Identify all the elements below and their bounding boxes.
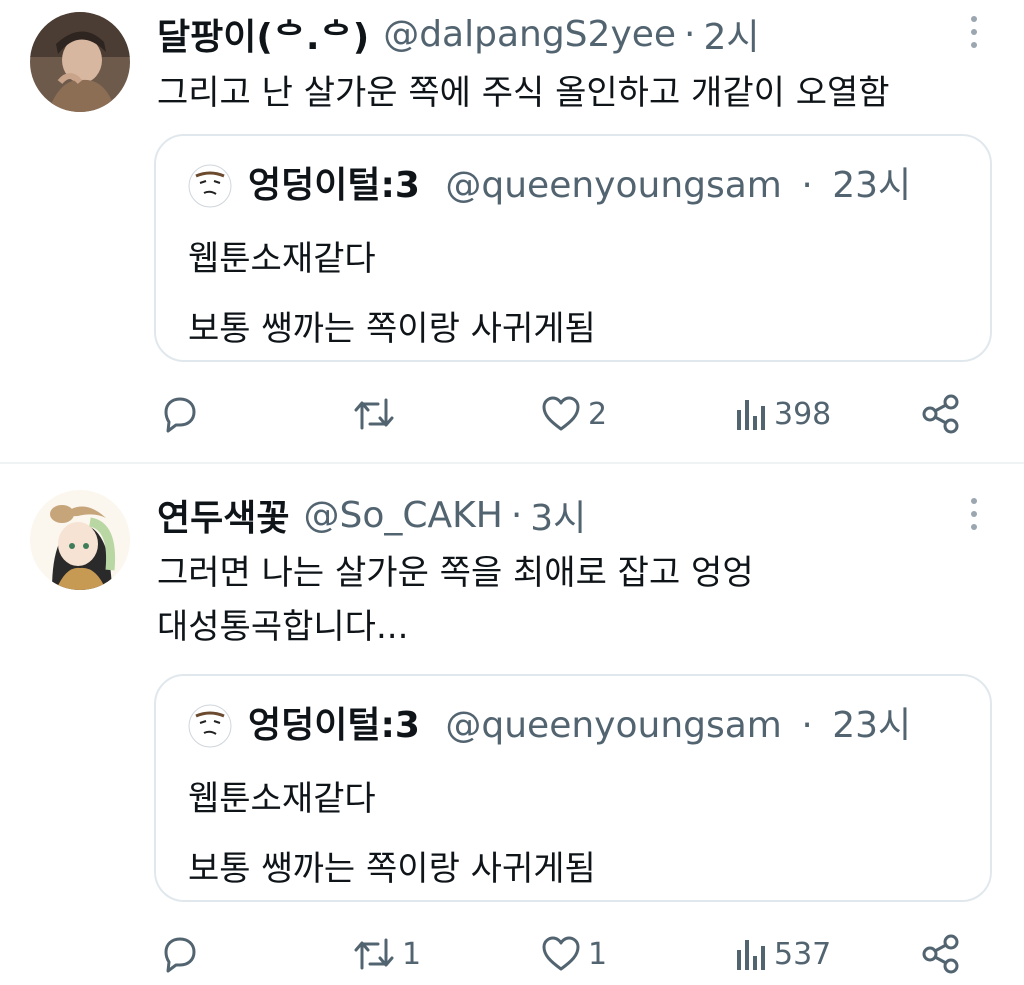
- views-count: 398: [774, 396, 832, 432]
- action-bar: 1 1 537: [0, 924, 1024, 984]
- quoted-timestamp: 23시: [832, 705, 912, 746]
- views-button[interactable]: 537: [734, 924, 831, 984]
- quoted-user-handle: @queenyoungsam: [445, 705, 782, 746]
- more-icon[interactable]: [962, 14, 986, 54]
- like-count: 2: [588, 396, 608, 432]
- views-icon: [737, 940, 765, 970]
- share-button[interactable]: [920, 384, 962, 444]
- like-button[interactable]: 1: [540, 924, 607, 984]
- share-icon: [922, 394, 959, 434]
- quoted-tweet[interactable]: 엉덩이털:3 @queenyoungsam · 23시 웹툰소재같다 보통 쌩까…: [154, 674, 992, 902]
- tweet-text: 그리고 난 살가운 쪽에 주식 올인하고 개같이 오열함: [157, 66, 890, 120]
- separator-dot: ·: [801, 705, 813, 746]
- separator-dot: ·: [510, 494, 523, 536]
- avatar[interactable]: [30, 12, 130, 112]
- more-icon[interactable]: [962, 496, 986, 536]
- quoted-avatar: [188, 704, 232, 748]
- like-icon: [542, 396, 580, 431]
- like-icon: [542, 936, 580, 971]
- retweet-icon: [354, 398, 394, 430]
- retweet-button[interactable]: 1: [352, 924, 421, 984]
- quoted-text-line: 보통 쌩까는 쪽이랑 사귀게됨: [188, 849, 596, 889]
- action-bar: 2 398: [0, 384, 1024, 444]
- quoted-timestamp: 23시: [832, 165, 912, 206]
- timestamp[interactable]: 2시: [704, 8, 760, 60]
- retweet-button[interactable]: [352, 384, 402, 444]
- display-name[interactable]: 달팡이(ᅌ.ᅌ): [157, 8, 369, 60]
- display-name[interactable]: 연두색꽃: [157, 489, 289, 541]
- retweet-icon: [354, 938, 394, 970]
- quoted-avatar: [188, 164, 232, 208]
- tweet-header: 연두색꽃 @So_CAKH · 3시: [157, 489, 586, 541]
- tweet-text-line: 그리고 난 살가운 쪽에 주식 올인하고 개같이 오열함: [157, 73, 890, 113]
- tweet-text: 그러면 나는 살가운 쪽을 최애로 잡고 엉엉 대성통곡합니다...: [157, 546, 754, 654]
- like-count: 1: [588, 936, 608, 972]
- separator-dot: ·: [684, 13, 696, 55]
- quoted-header: 엉덩이털:3 @queenyoungsam · 23시: [248, 702, 911, 750]
- quoted-display-name: 엉덩이털:3: [248, 165, 420, 206]
- quoted-header: 엉덩이털:3 @queenyoungsam · 23시: [248, 162, 911, 210]
- tweet[interactable]: 연두색꽃 @So_CAKH · 3시 그러면 나는 살가운 쪽을 최애로 잡고 …: [0, 464, 1024, 985]
- reply-icon: [164, 397, 196, 433]
- quoted-text-line: 웹툰소재같다: [188, 779, 376, 819]
- quoted-text: 웹툰소재같다 보통 쌩까는 쪽이랑 사귀게됨: [188, 764, 596, 904]
- views-count: 537: [774, 936, 832, 972]
- quoted-text-line: 웹툰소재같다: [188, 239, 376, 279]
- like-button[interactable]: 2: [540, 384, 607, 444]
- tweet-text-line: 그러면 나는 살가운 쪽을 최애로 잡고 엉엉: [157, 553, 754, 593]
- avatar[interactable]: [30, 490, 130, 590]
- views-icon: [737, 400, 765, 430]
- views-button[interactable]: 398: [734, 384, 831, 444]
- user-handle[interactable]: @So_CAKH: [303, 495, 502, 536]
- share-button[interactable]: [920, 924, 962, 984]
- reply-button[interactable]: [160, 924, 206, 984]
- reply-button[interactable]: [160, 384, 206, 444]
- timestamp[interactable]: 3시: [530, 489, 586, 541]
- timeline-feed: 달팡이(ᅌ.ᅌ) @dalpangS2yee · 2시 그리고 난 살가운 쪽에…: [0, 0, 1024, 985]
- quoted-tweet[interactable]: 엉덩이털:3 @queenyoungsam · 23시 웹툰소재같다 보통 쌩까…: [154, 134, 992, 362]
- tweet[interactable]: 달팡이(ᅌ.ᅌ) @dalpangS2yee · 2시 그리고 난 살가운 쪽에…: [0, 0, 1024, 463]
- quoted-display-name: 엉덩이털:3: [248, 705, 420, 746]
- tweet-header: 달팡이(ᅌ.ᅌ) @dalpangS2yee · 2시: [157, 8, 760, 60]
- reply-icon: [164, 937, 196, 973]
- tweet-text-line: 대성통곡합니다...: [157, 607, 409, 647]
- user-handle[interactable]: @dalpangS2yee: [383, 14, 676, 55]
- quoted-text: 웹툰소재같다 보통 쌩까는 쪽이랑 사귀게됨: [188, 224, 596, 364]
- quoted-text-line: 보통 쌩까는 쪽이랑 사귀게됨: [188, 309, 596, 349]
- separator-dot: ·: [801, 165, 813, 206]
- retweet-count: 1: [402, 936, 422, 972]
- share-icon: [922, 934, 959, 974]
- quoted-user-handle: @queenyoungsam: [445, 165, 782, 206]
